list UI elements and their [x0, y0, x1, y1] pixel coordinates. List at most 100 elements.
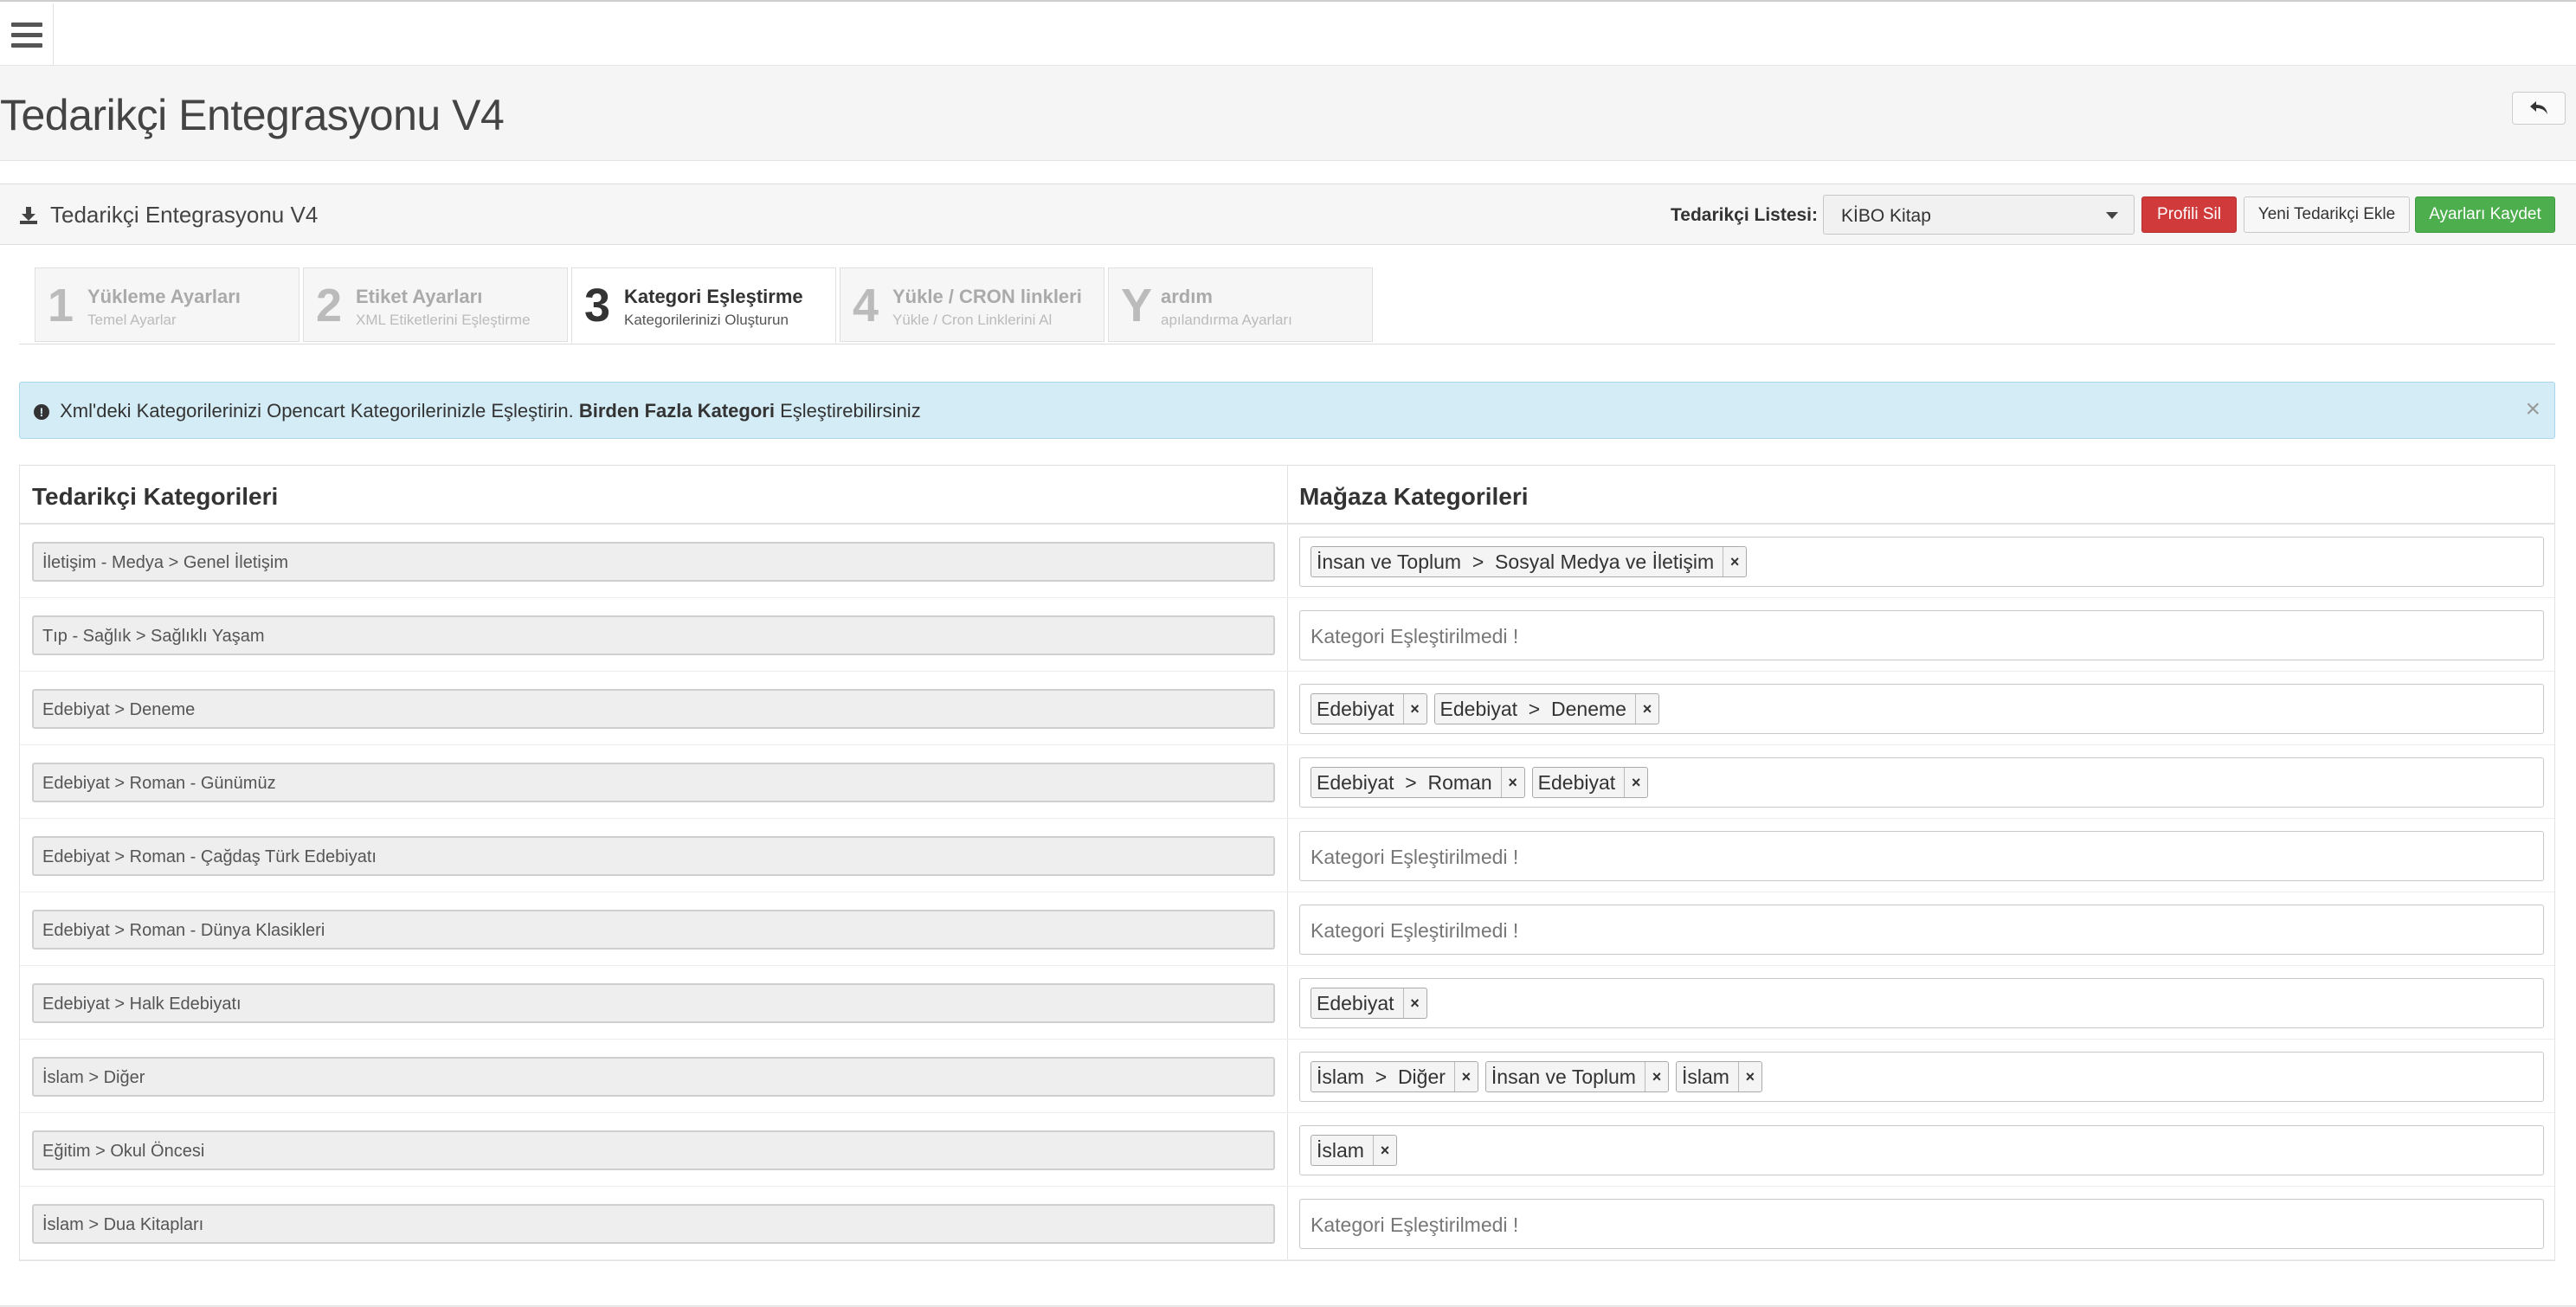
category-tag-label: Edebiyat > Deneme: [1439, 698, 1626, 720]
supplier-category-field: İslam > Dua Kitapları: [32, 1204, 1275, 1244]
save-settings-button[interactable]: Ayarları Kaydet: [2415, 196, 2555, 233]
supplier-category-field: Edebiyat > Roman - Dünya Klasikleri: [32, 910, 1275, 950]
step-subtitle: Yükle / Cron Linklerini Al: [892, 312, 1053, 328]
supplier-category-field: Edebiyat > Halk Edebiyatı: [32, 983, 1275, 1023]
remove-tag-icon[interactable]: ×: [1453, 1062, 1478, 1091]
category-tag: İnsan ve Toplum > Sosyal Medya ve İletiş…: [1311, 546, 1748, 577]
remove-tag-icon[interactable]: ×: [1624, 768, 1647, 797]
column-header-store: Mağaza Kategorileri: [1299, 483, 1529, 510]
store-category-input[interactable]: İslam > Diğer × İnsan ve Toplum × İslam ×: [1299, 1052, 2544, 1102]
category-tag: İslam ×: [1311, 1135, 1397, 1166]
hamburger-menu-icon[interactable]: [0, 3, 54, 66]
category-tag: Edebiyat > Deneme ×: [1433, 693, 1659, 724]
step-title: Yükle / CRON linkleri: [892, 286, 1082, 307]
step-number: 1: [48, 280, 74, 332]
category-tag-label: İnsan ve Toplum > Sosyal Medya ve İletiş…: [1317, 550, 1715, 573]
category-tag: Edebiyat ×: [1531, 767, 1649, 798]
category-tag: İnsan ve Toplum ×: [1484, 1061, 1669, 1092]
remove-tag-icon[interactable]: ×: [1500, 768, 1524, 797]
store-category-input[interactable]: Kategori Eşleştirilmedi !: [1299, 831, 2544, 881]
panel-title: Tedarikçi Entegrasyonu V4: [19, 202, 318, 229]
alert-text-end: Eşleştirebilirsiniz: [780, 400, 921, 422]
download-icon: [20, 206, 37, 224]
step-1[interactable]: 1 Yükleme Ayarları Temel Ayarlar: [35, 267, 299, 342]
category-tag-label: Edebiyat > Roman: [1317, 771, 1492, 794]
table-row: Edebiyat > Roman - Dünya Klasikleri Kateg…: [20, 892, 2554, 966]
supplier-list-label: Tedarikçi Listesi:: [1671, 205, 1819, 225]
step-number: 2: [316, 280, 343, 332]
table-row: Edebiyat > Deneme Edebiyat × Edebiyat > Den…: [20, 672, 2554, 745]
step-4[interactable]: 4 Yükle / CRON linkleri Yükle / Cron Lin…: [840, 267, 1104, 342]
step-title: ardım: [1161, 286, 1213, 307]
category-tag: İslam > Diğer ×: [1311, 1061, 1478, 1092]
delete-profile-button[interactable]: Profili Sil: [2141, 196, 2237, 233]
category-tag-label: İslam: [1681, 1066, 1729, 1088]
remove-tag-icon[interactable]: ×: [1644, 1062, 1668, 1091]
remove-tag-icon[interactable]: ×: [1723, 547, 1746, 576]
category-tag-label: Edebiyat: [1317, 992, 1394, 1014]
supplier-category-field: Tıp - Sağlık > Sağlıklı Yaşam: [32, 615, 1275, 655]
category-placeholder: Kategori Eşleştirilmedi !: [1311, 846, 1519, 868]
step-title: Kategori Eşleştirme: [624, 286, 803, 307]
step-subtitle: XML Etiketlerini Eşleştirme: [356, 312, 531, 328]
table-row: Eğitim > Okul Öncesi İslam ×: [20, 1113, 2554, 1187]
supplier-category-field: İletişim - Medya > Genel İletişim: [32, 542, 1275, 582]
caret-down-icon: [2106, 212, 2118, 219]
step-number: Y: [1121, 280, 1153, 332]
step-number: 4: [853, 280, 879, 332]
remove-tag-icon[interactable]: ×: [1402, 988, 1426, 1018]
table-row: İletişim - Medya > Genel İletişim İnsan v…: [20, 525, 2554, 598]
back-button[interactable]: [2512, 92, 2566, 125]
remove-tag-icon[interactable]: ×: [1402, 694, 1426, 724]
page-title: Tedarikçi Entegrasyonu V4: [0, 91, 505, 139]
step-subtitle: apılandırma Ayarları: [1161, 312, 1292, 328]
supplier-category-field: Edebiyat > Deneme: [32, 689, 1275, 729]
remove-tag-icon[interactable]: ×: [1634, 694, 1658, 724]
store-category-input[interactable]: İnsan ve Toplum > Sosyal Medya ve İletiş…: [1299, 537, 2544, 587]
step-subtitle: Temel Ayarlar: [87, 312, 177, 328]
page-header: Tedarikçi Entegrasyonu V4: [0, 66, 2576, 161]
alert-text-bold: Birden Fazla Kategori: [578, 400, 775, 422]
panel-title-text: Tedarikçi Entegrasyonu V4: [50, 202, 319, 228]
exclamation-circle-icon: !: [34, 404, 49, 420]
store-category-input[interactable]: Kategori Eşleştirilmedi !: [1299, 610, 2544, 660]
step-title: Yükleme Ayarları: [87, 286, 241, 307]
table-row: Edebiyat > Halk Edebiyatı Edebiyat ×: [20, 966, 2554, 1040]
info-alert: ! Xml'deki Kategorilerinizi Opencart Kat…: [19, 382, 2555, 439]
category-placeholder: Kategori Eşleştirilmedi !: [1311, 919, 1519, 942]
category-tag: Edebiyat > Roman ×: [1311, 767, 1525, 798]
category-tag-label: İslam > Diğer: [1317, 1066, 1446, 1088]
table-row: Edebiyat > Roman - Çağdaş Türk Edebiyatı…: [20, 819, 2554, 892]
add-supplier-button[interactable]: Yeni Tedarikçi Ekle: [2244, 196, 2410, 233]
table-row: Edebiyat > Roman - Günümüz Edebiyat > Rom…: [20, 745, 2554, 819]
step-3[interactable]: 3 Kategori Eşleştirme Kategorilerinizi O…: [571, 267, 836, 344]
remove-tag-icon[interactable]: ×: [1372, 1136, 1396, 1165]
store-category-input[interactable]: Edebiyat ×: [1299, 978, 2544, 1028]
reply-arrow-icon: [2530, 101, 2547, 114]
store-category-input[interactable]: Edebiyat × Edebiyat > Deneme ×: [1299, 684, 2544, 734]
supplier-category-field: İslam > Diğer: [32, 1057, 1275, 1097]
store-category-input[interactable]: İslam ×: [1299, 1125, 2544, 1175]
store-category-input[interactable]: Kategori Eşleştirilmedi !: [1299, 905, 2544, 955]
top-navbar: [0, 0, 2576, 66]
supplier-select[interactable]: KİBO Kitap: [1823, 195, 2135, 235]
category-tag-label: Edebiyat: [1317, 698, 1394, 720]
alert-text: Xml'deki Kategorilerinizi Opencart Kateg…: [60, 400, 574, 422]
supplier-selected-value: KİBO Kitap: [1841, 206, 1931, 226]
category-tag-label: İnsan ve Toplum: [1491, 1066, 1636, 1088]
supplier-category-field: Eğitim > Okul Öncesi: [32, 1130, 1275, 1170]
step-subtitle: Kategorilerinizi Oluşturun: [624, 312, 789, 328]
close-icon[interactable]: ×: [2525, 395, 2541, 424]
store-category-input[interactable]: Edebiyat > Roman × Edebiyat ×: [1299, 757, 2544, 808]
category-placeholder: Kategori Eşleştirilmedi !: [1311, 625, 1519, 647]
remove-tag-icon[interactable]: ×: [1737, 1062, 1761, 1091]
step-2[interactable]: 2 Etiket Ayarları XML Etiketlerini Eşleş…: [303, 267, 568, 342]
category-placeholder: Kategori Eşleştirilmedi !: [1311, 1214, 1519, 1236]
category-tag: İslam ×: [1675, 1061, 1762, 1092]
step-title: Etiket Ayarları: [356, 286, 483, 307]
category-tag-label: Edebiyat: [1537, 771, 1616, 794]
column-header-supplier: Tedarikçi Kategorileri: [32, 483, 279, 510]
supplier-category-field: Edebiyat > Roman - Günümüz: [32, 763, 1275, 802]
step-help[interactable]: Y ardım apılandırma Ayarları: [1108, 267, 1373, 342]
store-category-input[interactable]: Kategori Eşleştirilmedi !: [1299, 1199, 2544, 1249]
